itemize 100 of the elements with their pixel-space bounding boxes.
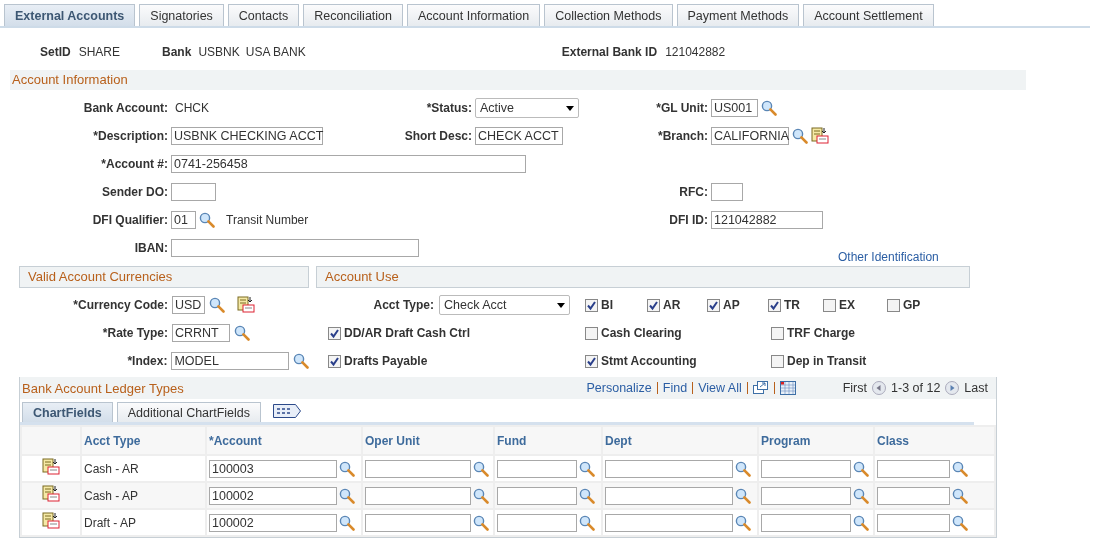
- checkbox[interactable]: [585, 354, 598, 368]
- search-icon[interactable]: [473, 460, 489, 477]
- search-icon[interactable]: [735, 487, 751, 504]
- input-field[interactable]: [365, 486, 471, 505]
- search-icon[interactable]: [209, 297, 225, 313]
- tab[interactable]: Signatories: [139, 4, 224, 26]
- input-field[interactable]: CALIFORNIA: [711, 127, 789, 145]
- input-field[interactable]: 100002: [209, 513, 337, 532]
- input-field[interactable]: 0741-256458: [171, 155, 526, 173]
- input-field[interactable]: [761, 513, 851, 532]
- input-field[interactable]: [761, 459, 851, 478]
- search-icon[interactable]: [339, 460, 355, 477]
- search-icon[interactable]: [735, 460, 751, 477]
- input-field[interactable]: [365, 459, 471, 478]
- next-icon[interactable]: [945, 381, 960, 395]
- input-field[interactable]: [605, 459, 733, 478]
- input-field[interactable]: [171, 239, 419, 257]
- checkbox-label: TR: [784, 298, 800, 312]
- search-icon[interactable]: [853, 460, 869, 477]
- other-identification-link[interactable]: Other Identification: [838, 250, 939, 264]
- new-window-icon[interactable]: [752, 381, 769, 395]
- tab[interactable]: External Accounts: [4, 4, 136, 26]
- checkbox[interactable]: [328, 326, 341, 340]
- tab[interactable]: Reconciliation: [303, 4, 403, 26]
- checkbox[interactable]: [823, 298, 836, 312]
- field-label: *Currency Code:: [72, 298, 168, 312]
- search-icon[interactable]: [234, 325, 250, 341]
- input-field[interactable]: [877, 486, 950, 505]
- search-icon[interactable]: [853, 514, 869, 531]
- status-dropdown[interactable]: Active: [475, 98, 579, 118]
- input-field[interactable]: [497, 459, 577, 478]
- input-field[interactable]: USD: [172, 296, 205, 314]
- input-field[interactable]: MODEL: [171, 352, 289, 370]
- search-icon[interactable]: [579, 514, 595, 531]
- field-label: IBAN:: [133, 241, 168, 255]
- input-field[interactable]: USBNK CHECKING ACCT: [171, 127, 323, 145]
- search-icon[interactable]: [952, 487, 968, 504]
- search-icon[interactable]: [473, 514, 489, 531]
- checkbox[interactable]: [585, 326, 598, 340]
- tab[interactable]: Collection Methods: [544, 4, 673, 26]
- input-field[interactable]: 100002: [209, 486, 337, 505]
- tab[interactable]: Account Information: [407, 4, 541, 26]
- search-icon[interactable]: [339, 514, 355, 531]
- tab[interactable]: Additional ChartFields: [116, 402, 262, 422]
- previous-icon[interactable]: [872, 381, 886, 395]
- document-icon[interactable]: [237, 296, 255, 314]
- input-field[interactable]: [711, 183, 743, 201]
- document-icon[interactable]: [42, 512, 60, 530]
- grid-link[interactable]: View All: [698, 381, 742, 395]
- input-field[interactable]: [605, 486, 733, 505]
- checkbox[interactable]: [771, 326, 784, 340]
- input-field[interactable]: [877, 513, 950, 532]
- field-value: USBNK: [198, 45, 240, 59]
- input-field[interactable]: [877, 459, 950, 478]
- checkbox[interactable]: [647, 298, 660, 312]
- tab[interactable]: Contacts: [227, 4, 300, 26]
- search-icon[interactable]: [853, 487, 869, 504]
- search-icon[interactable]: [199, 212, 215, 228]
- input-field[interactable]: CHECK ACCT: [475, 127, 563, 145]
- search-icon[interactable]: [761, 100, 777, 116]
- search-icon[interactable]: [952, 460, 968, 477]
- input-field[interactable]: [171, 183, 216, 201]
- input-field[interactable]: [605, 513, 733, 532]
- search-icon[interactable]: [473, 487, 489, 504]
- input-field[interactable]: [761, 486, 851, 505]
- field-label: Bank: [162, 45, 192, 59]
- checkbox[interactable]: [707, 298, 720, 312]
- search-icon[interactable]: [579, 460, 595, 477]
- grid-link[interactable]: Find: [662, 381, 688, 395]
- checkbox[interactable]: [768, 298, 781, 312]
- input-field[interactable]: 121042882: [711, 211, 823, 229]
- document-icon[interactable]: [42, 485, 60, 503]
- checkbox[interactable]: [585, 298, 598, 312]
- input-field[interactable]: [497, 486, 577, 505]
- checkbox-label: TRF Charge: [787, 326, 855, 340]
- input-field[interactable]: 100003: [209, 459, 337, 478]
- input-field[interactable]: [365, 513, 471, 532]
- search-icon[interactable]: [735, 514, 751, 531]
- checkbox[interactable]: [887, 298, 900, 312]
- spreadsheet-icon[interactable]: [779, 381, 796, 395]
- tab[interactable]: Payment Methods: [676, 4, 800, 26]
- input-field[interactable]: CRRNT: [172, 324, 230, 342]
- search-icon[interactable]: [293, 353, 309, 369]
- search-icon[interactable]: [339, 487, 355, 504]
- input-field[interactable]: 01: [171, 211, 196, 229]
- input-field[interactable]: US001: [711, 99, 758, 117]
- show-all-columns-icon[interactable]: [273, 404, 302, 418]
- document-icon[interactable]: [42, 458, 60, 476]
- checkbox-label: Drafts Payable: [344, 354, 428, 368]
- search-icon[interactable]: [579, 487, 595, 504]
- acct-type-dropdown[interactable]: Check Acct: [439, 295, 570, 315]
- grid-link[interactable]: Personalize: [586, 381, 652, 395]
- document-icon[interactable]: [811, 127, 829, 145]
- tab[interactable]: ChartFields: [22, 402, 113, 422]
- checkbox[interactable]: [328, 354, 341, 368]
- search-icon[interactable]: [792, 128, 808, 144]
- input-field[interactable]: [497, 513, 577, 532]
- search-icon[interactable]: [952, 514, 968, 531]
- checkbox[interactable]: [771, 354, 784, 368]
- tab[interactable]: Account Settlement: [803, 4, 934, 26]
